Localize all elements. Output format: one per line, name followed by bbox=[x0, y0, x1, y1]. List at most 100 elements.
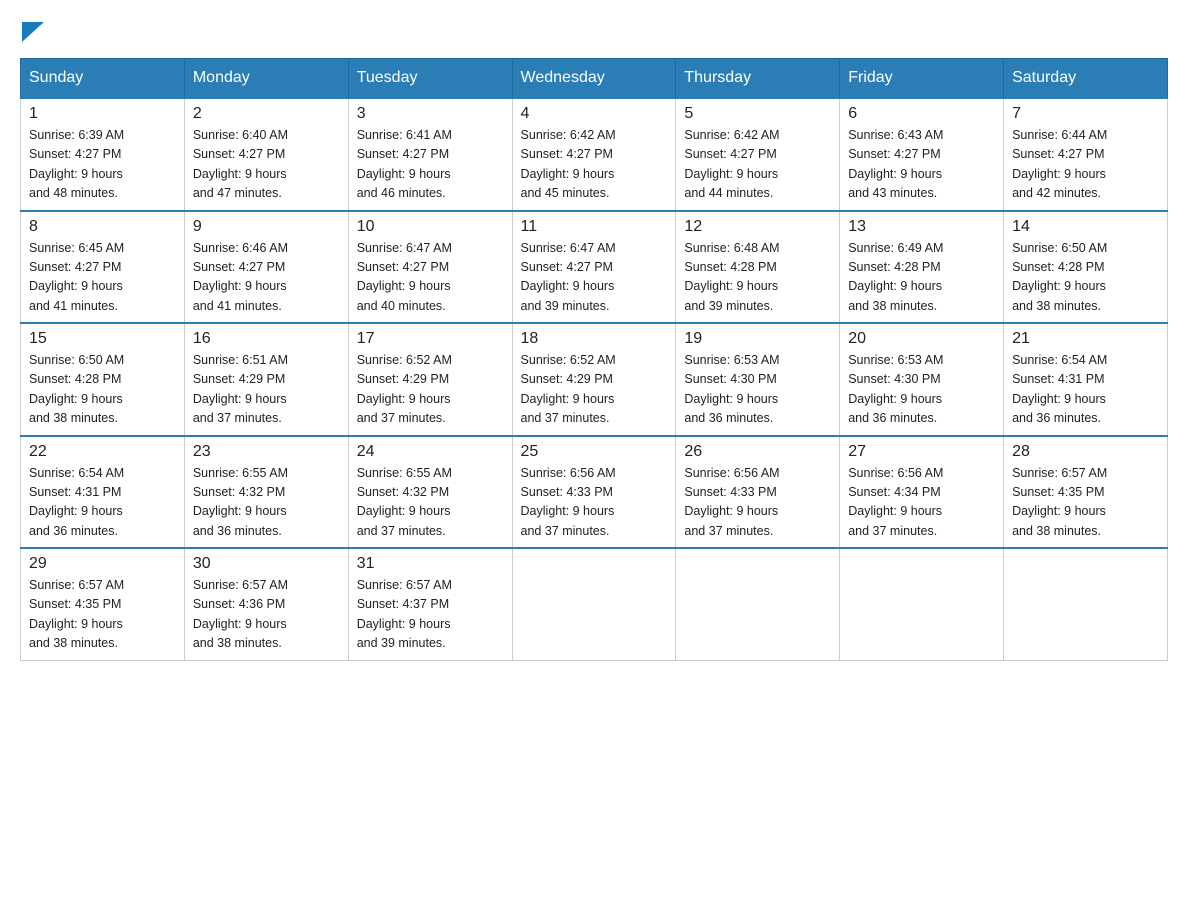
day-info: Sunrise: 6:54 AMSunset: 4:31 PMDaylight:… bbox=[29, 464, 176, 542]
day-info: Sunrise: 6:44 AMSunset: 4:27 PMDaylight:… bbox=[1012, 126, 1159, 204]
day-info: Sunrise: 6:57 AMSunset: 4:35 PMDaylight:… bbox=[1012, 464, 1159, 542]
calendar-cell: 5 Sunrise: 6:42 AMSunset: 4:27 PMDaylight… bbox=[676, 98, 840, 211]
day-info: Sunrise: 6:42 AMSunset: 4:27 PMDaylight:… bbox=[521, 126, 668, 204]
day-number: 19 bbox=[684, 330, 831, 348]
day-info: Sunrise: 6:50 AMSunset: 4:28 PMDaylight:… bbox=[1012, 239, 1159, 317]
calendar-week-4: 22 Sunrise: 6:54 AMSunset: 4:31 PMDayligh… bbox=[21, 436, 1168, 549]
calendar-cell: 28 Sunrise: 6:57 AMSunset: 4:35 PMDayligh… bbox=[1004, 436, 1168, 549]
calendar-cell: 10 Sunrise: 6:47 AMSunset: 4:27 PMDayligh… bbox=[348, 211, 512, 324]
day-info: Sunrise: 6:48 AMSunset: 4:28 PMDaylight:… bbox=[684, 239, 831, 317]
day-number: 27 bbox=[848, 443, 995, 461]
day-info: Sunrise: 6:53 AMSunset: 4:30 PMDaylight:… bbox=[848, 351, 995, 429]
day-info: Sunrise: 6:52 AMSunset: 4:29 PMDaylight:… bbox=[357, 351, 504, 429]
day-number: 26 bbox=[684, 443, 831, 461]
day-number: 3 bbox=[357, 105, 504, 123]
calendar-cell: 29 Sunrise: 6:57 AMSunset: 4:35 PMDayligh… bbox=[21, 548, 185, 660]
calendar-cell: 8 Sunrise: 6:45 AMSunset: 4:27 PMDaylight… bbox=[21, 211, 185, 324]
calendar-week-5: 29 Sunrise: 6:57 AMSunset: 4:35 PMDayligh… bbox=[21, 548, 1168, 660]
day-number: 14 bbox=[1012, 218, 1159, 236]
day-number: 4 bbox=[521, 105, 668, 123]
calendar-cell: 14 Sunrise: 6:50 AMSunset: 4:28 PMDayligh… bbox=[1004, 211, 1168, 324]
col-header-friday: Friday bbox=[840, 59, 1004, 99]
col-header-tuesday: Tuesday bbox=[348, 59, 512, 99]
day-number: 16 bbox=[193, 330, 340, 348]
day-number: 22 bbox=[29, 443, 176, 461]
calendar-cell: 17 Sunrise: 6:52 AMSunset: 4:29 PMDayligh… bbox=[348, 323, 512, 436]
day-number: 21 bbox=[1012, 330, 1159, 348]
calendar-cell: 9 Sunrise: 6:46 AMSunset: 4:27 PMDaylight… bbox=[184, 211, 348, 324]
calendar-cell: 4 Sunrise: 6:42 AMSunset: 4:27 PMDaylight… bbox=[512, 98, 676, 211]
calendar-cell: 21 Sunrise: 6:54 AMSunset: 4:31 PMDayligh… bbox=[1004, 323, 1168, 436]
day-number: 29 bbox=[29, 555, 176, 573]
calendar-cell: 13Sunrise: 6:49 AMSunset: 4:28 PMDayligh… bbox=[840, 211, 1004, 324]
day-info: Sunrise: 6:53 AMSunset: 4:30 PMDaylight:… bbox=[684, 351, 831, 429]
calendar-cell: 1Sunrise: 6:39 AMSunset: 4:27 PMDaylight… bbox=[21, 98, 185, 211]
calendar-cell: 20 Sunrise: 6:53 AMSunset: 4:30 PMDayligh… bbox=[840, 323, 1004, 436]
day-info: Sunrise: 6:50 AMSunset: 4:28 PMDaylight:… bbox=[29, 351, 176, 429]
page-header bbox=[20, 20, 1168, 38]
calendar-cell: 31 Sunrise: 6:57 AMSunset: 4:37 PMDayligh… bbox=[348, 548, 512, 660]
day-info: Sunrise: 6:47 AMSunset: 4:27 PMDaylight:… bbox=[357, 239, 504, 317]
day-number: 23 bbox=[193, 443, 340, 461]
day-number: 10 bbox=[357, 218, 504, 236]
day-number: 13 bbox=[848, 218, 995, 236]
day-info: Sunrise: 6:51 AMSunset: 4:29 PMDaylight:… bbox=[193, 351, 340, 429]
day-info: Sunrise: 6:52 AMSunset: 4:29 PMDaylight:… bbox=[521, 351, 668, 429]
day-number: 17 bbox=[357, 330, 504, 348]
day-number: 9 bbox=[193, 218, 340, 236]
day-info: Sunrise: 6:57 AMSunset: 4:37 PMDaylight:… bbox=[357, 576, 504, 654]
day-number: 20 bbox=[848, 330, 995, 348]
day-number: 6 bbox=[848, 105, 995, 123]
day-info: Sunrise: 6:57 AMSunset: 4:35 PMDaylight:… bbox=[29, 576, 176, 654]
day-info: Sunrise: 6:47 AMSunset: 4:27 PMDaylight:… bbox=[521, 239, 668, 317]
calendar-cell: 23 Sunrise: 6:55 AMSunset: 4:32 PMDayligh… bbox=[184, 436, 348, 549]
day-number: 11 bbox=[521, 218, 668, 236]
calendar-cell: 11 Sunrise: 6:47 AMSunset: 4:27 PMDayligh… bbox=[512, 211, 676, 324]
day-number: 5 bbox=[684, 105, 831, 123]
day-number: 2 bbox=[193, 105, 340, 123]
day-info: Sunrise: 6:42 AMSunset: 4:27 PMDaylight:… bbox=[684, 126, 831, 204]
calendar-week-3: 15 Sunrise: 6:50 AMSunset: 4:28 PMDayligh… bbox=[21, 323, 1168, 436]
calendar-week-2: 8 Sunrise: 6:45 AMSunset: 4:27 PMDaylight… bbox=[21, 211, 1168, 324]
day-number: 30 bbox=[193, 555, 340, 573]
day-info: Sunrise: 6:57 AMSunset: 4:36 PMDaylight:… bbox=[193, 576, 340, 654]
day-info: Sunrise: 6:56 AMSunset: 4:33 PMDaylight:… bbox=[684, 464, 831, 542]
day-info: Sunrise: 6:56 AMSunset: 4:33 PMDaylight:… bbox=[521, 464, 668, 542]
day-info: Sunrise: 6:56 AMSunset: 4:34 PMDaylight:… bbox=[848, 464, 995, 542]
day-info: Sunrise: 6:40 AMSunset: 4:27 PMDaylight:… bbox=[193, 126, 340, 204]
calendar-cell: 22 Sunrise: 6:54 AMSunset: 4:31 PMDayligh… bbox=[21, 436, 185, 549]
day-info: Sunrise: 6:55 AMSunset: 4:32 PMDaylight:… bbox=[193, 464, 340, 542]
day-info: Sunrise: 6:54 AMSunset: 4:31 PMDaylight:… bbox=[1012, 351, 1159, 429]
day-number: 7 bbox=[1012, 105, 1159, 123]
calendar-cell: 12Sunrise: 6:48 AMSunset: 4:28 PMDayligh… bbox=[676, 211, 840, 324]
logo bbox=[20, 20, 44, 38]
calendar-cell: 18Sunrise: 6:52 AMSunset: 4:29 PMDayligh… bbox=[512, 323, 676, 436]
day-number: 25 bbox=[521, 443, 668, 461]
day-info: Sunrise: 6:55 AMSunset: 4:32 PMDaylight:… bbox=[357, 464, 504, 542]
calendar-cell bbox=[512, 548, 676, 660]
calendar-cell: 27 Sunrise: 6:56 AMSunset: 4:34 PMDayligh… bbox=[840, 436, 1004, 549]
day-info: Sunrise: 6:41 AMSunset: 4:27 PMDaylight:… bbox=[357, 126, 504, 204]
day-info: Sunrise: 6:45 AMSunset: 4:27 PMDaylight:… bbox=[29, 239, 176, 317]
day-number: 28 bbox=[1012, 443, 1159, 461]
day-number: 15 bbox=[29, 330, 176, 348]
day-info: Sunrise: 6:46 AMSunset: 4:27 PMDaylight:… bbox=[193, 239, 340, 317]
calendar-cell: 6Sunrise: 6:43 AMSunset: 4:27 PMDaylight… bbox=[840, 98, 1004, 211]
calendar-header: SundayMondayTuesdayWednesdayThursdayFrid… bbox=[21, 59, 1168, 99]
day-number: 31 bbox=[357, 555, 504, 573]
day-number: 8 bbox=[29, 218, 176, 236]
calendar-cell: 2 Sunrise: 6:40 AMSunset: 4:27 PMDaylight… bbox=[184, 98, 348, 211]
calendar-cell: 16 Sunrise: 6:51 AMSunset: 4:29 PMDayligh… bbox=[184, 323, 348, 436]
calendar-cell: 3 Sunrise: 6:41 AMSunset: 4:27 PMDaylight… bbox=[348, 98, 512, 211]
col-header-wednesday: Wednesday bbox=[512, 59, 676, 99]
calendar-cell: 24Sunrise: 6:55 AMSunset: 4:32 PMDayligh… bbox=[348, 436, 512, 549]
calendar-cell: 26 Sunrise: 6:56 AMSunset: 4:33 PMDayligh… bbox=[676, 436, 840, 549]
calendar-cell bbox=[676, 548, 840, 660]
calendar-table: SundayMondayTuesdayWednesdayThursdayFrid… bbox=[20, 58, 1168, 661]
calendar-cell bbox=[840, 548, 1004, 660]
logo-triangle-icon bbox=[22, 22, 44, 42]
col-header-sunday: Sunday bbox=[21, 59, 185, 99]
col-header-saturday: Saturday bbox=[1004, 59, 1168, 99]
calendar-week-1: 1Sunrise: 6:39 AMSunset: 4:27 PMDaylight… bbox=[21, 98, 1168, 211]
day-number: 1 bbox=[29, 105, 176, 123]
